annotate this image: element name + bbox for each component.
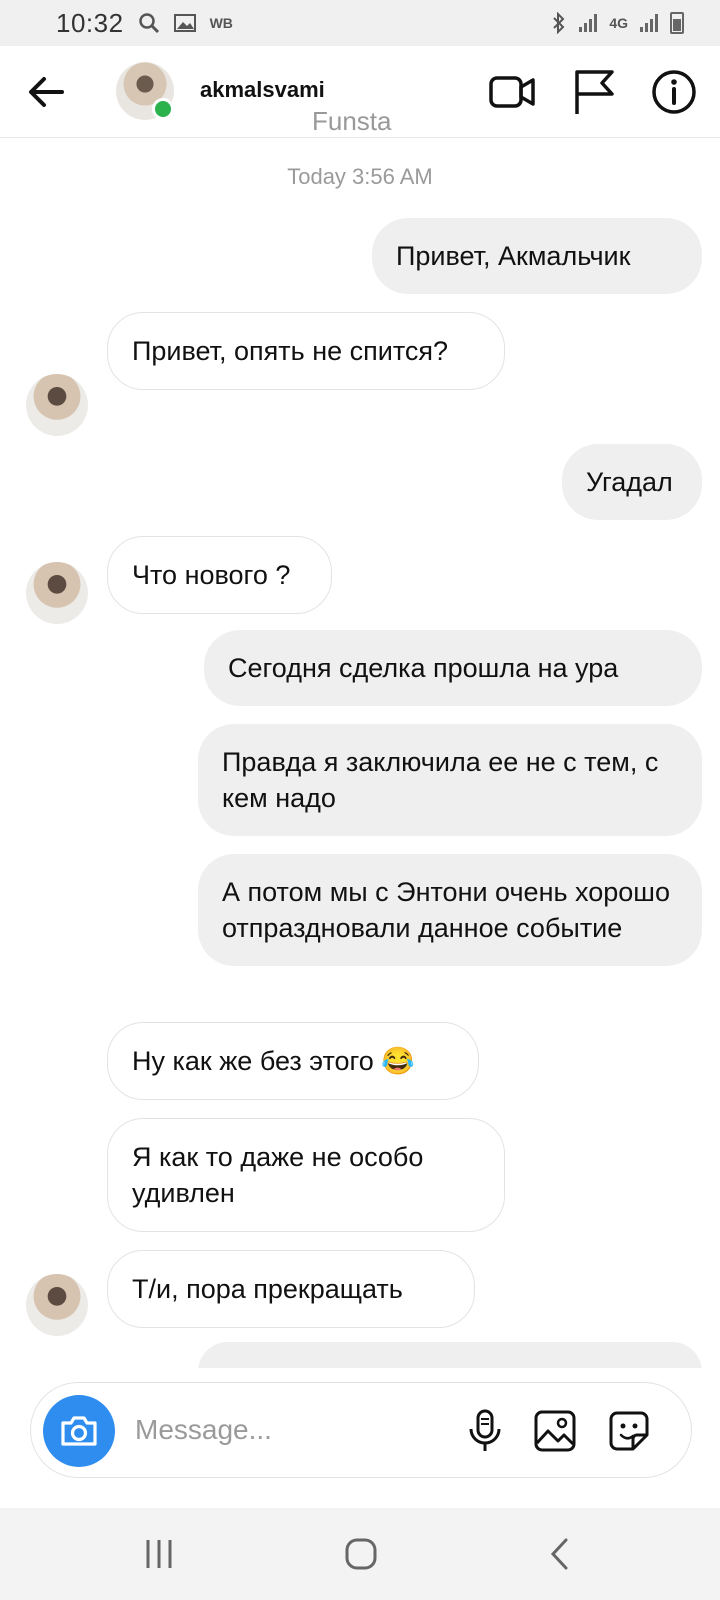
message-bubble-incoming[interactable]: Привет, опять не спится?	[107, 312, 505, 390]
message-bubble-outgoing[interactable]: Сегодня сделка прошла на ура	[204, 630, 702, 706]
message-text: Что нового ?	[132, 560, 291, 590]
signal-icon-2	[640, 14, 658, 32]
thread-timestamp: Today 3:56 AM	[287, 164, 433, 189]
message-input[interactable]	[135, 1407, 435, 1453]
camera-icon	[61, 1416, 97, 1446]
online-status-dot	[152, 98, 174, 120]
message-bubble-outgoing[interactable]: Правда я заключила ее не с тем, с кем на…	[198, 724, 702, 836]
message-bubble-incoming[interactable]: Что нового ?	[107, 536, 332, 614]
chat-header: akmalsvami Funsta	[0, 46, 720, 138]
message-bubble-outgoing[interactable]: Угадал	[562, 444, 702, 520]
recent-apps-icon[interactable]	[134, 1532, 184, 1576]
home-icon[interactable]	[336, 1532, 386, 1576]
microphone-icon[interactable]	[461, 1407, 509, 1455]
flag-icon[interactable]	[568, 66, 620, 118]
bluetooth-icon	[553, 12, 565, 34]
message-text: Привет, Акмальчик	[396, 241, 631, 271]
message-bubble-outgoing[interactable]: Привет, Акмальчик	[372, 218, 702, 294]
account-subtitle: Funsta	[312, 106, 392, 136]
sender-avatar[interactable]	[26, 374, 88, 436]
status-time: 10:32	[56, 7, 124, 38]
sender-avatar[interactable]	[26, 1274, 88, 1336]
message-bubble-incoming[interactable]: Я как то даже не особо удивлен	[107, 1118, 505, 1232]
sticker-icon[interactable]	[605, 1407, 653, 1455]
message-bubble-incoming[interactable]: Ну как же без этого 😂	[107, 1022, 479, 1100]
image-icon[interactable]	[531, 1407, 579, 1455]
carrier-badge: WB	[209, 15, 233, 31]
message-text: Т/и, пора прекращать	[132, 1274, 403, 1304]
sender-avatar[interactable]	[26, 562, 88, 624]
message-bubble-outgoing-partial[interactable]	[198, 1342, 702, 1368]
gallery-icon	[173, 14, 196, 32]
message-composer	[30, 1382, 692, 1478]
message-text: Я как то даже не особо удивлен	[132, 1142, 424, 1208]
message-text: Ну как же без этого 😂	[132, 1046, 415, 1076]
message-text: Сегодня сделка прошла на ура	[228, 653, 619, 683]
signal-icon	[579, 14, 598, 32]
camera-button[interactable]	[43, 1395, 115, 1467]
message-text: Угадал	[586, 467, 673, 497]
back-arrow-icon[interactable]	[24, 70, 68, 114]
message-bubble-outgoing[interactable]: А потом мы с Энтони очень хорошо отпразд…	[198, 854, 702, 966]
message-text: Правда я заключила ее не с тем, с кем на…	[222, 747, 659, 813]
search-icon	[138, 13, 159, 34]
network-label: 4G	[609, 15, 628, 31]
message-text: А потом мы с Энтони очень хорошо отпразд…	[222, 877, 670, 943]
username[interactable]: akmalsvami	[200, 77, 325, 103]
info-icon[interactable]	[648, 66, 700, 118]
battery-icon	[670, 12, 684, 34]
status-bar: 10:32 WB 4G	[0, 0, 720, 46]
system-navigation-bar	[0, 1508, 720, 1600]
message-thread[interactable]: Today 3:56 AM Привет, Акмальчик Привет, …	[0, 138, 720, 1368]
message-text: Привет, опять не спится?	[132, 336, 449, 366]
message-bubble-incoming[interactable]: Т/и, пора прекращать	[107, 1250, 475, 1328]
video-call-icon[interactable]	[486, 66, 538, 118]
back-nav-icon[interactable]	[536, 1532, 586, 1576]
